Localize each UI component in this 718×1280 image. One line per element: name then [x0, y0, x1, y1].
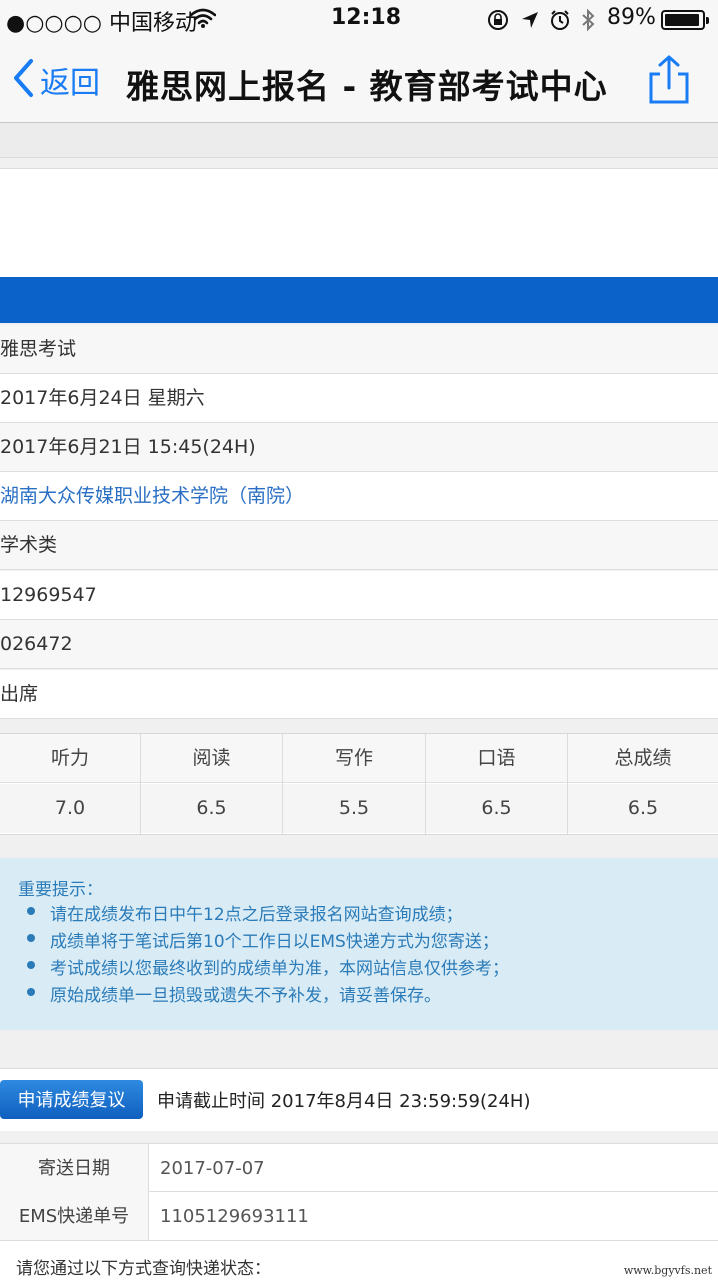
score-header-writing: 写作: [283, 734, 425, 783]
location-icon: [520, 10, 540, 34]
score-writing: 5.5: [283, 784, 425, 833]
column-divider: [140, 734, 141, 834]
watermark: www.bgyvfs.net: [623, 1264, 712, 1277]
score-header-reading: 阅读: [141, 734, 282, 783]
notice-item: 考试成绩以您最终收到的成绩单为准，本网站信息仅供参考；: [50, 959, 509, 979]
alarm-icon: [549, 9, 571, 35]
score-listening: 7.0: [0, 784, 140, 833]
bullet-icon: [27, 988, 35, 996]
ship-date-value: 2017-07-07: [160, 1158, 265, 1179]
score-reading: 6.5: [141, 784, 282, 833]
section-spacer: [0, 1131, 718, 1143]
ship-date-row: 寄送日期 2017-07-07: [0, 1143, 718, 1192]
back-button[interactable]: 返回: [12, 58, 100, 102]
bullet-icon: [27, 961, 35, 969]
chevron-left-icon: [12, 58, 34, 102]
clock: 12:18: [331, 5, 402, 30]
ems-number-value: 1105129693111: [160, 1206, 309, 1227]
ems-number-label: EMS快递单号: [0, 1192, 149, 1240]
registration-number: 12969547: [0, 571, 718, 620]
score-overall: 6.5: [568, 784, 718, 833]
share-button[interactable]: [646, 54, 692, 110]
notice-item: 原始成绩单一旦损毁或遗失不予补发，请妥善保存。: [50, 986, 441, 1006]
header-divider: [0, 123, 718, 158]
exam-type: 学术类: [0, 521, 718, 570]
apply-score-review-button[interactable]: 申请成绩复议: [0, 1080, 143, 1119]
score-header-listening: 听力: [0, 734, 140, 783]
bullet-icon: [27, 934, 35, 942]
notice-item: 成绩单将于笔试后第10个工作日以EMS快递方式为您寄送；: [50, 932, 499, 952]
notice-item: 请在成绩发布日中午12点之后登录报名网站查询成绩；: [50, 905, 463, 925]
check-in-time: 2017年6月21日 15:45(24H): [0, 423, 718, 472]
ship-date-label: 寄送日期: [0, 1144, 149, 1192]
column-divider: [425, 734, 426, 834]
candidate-number: 026472: [0, 620, 718, 669]
exam-date: 2017年6月24日 星期六: [0, 374, 718, 423]
battery-icon: [661, 10, 709, 30]
page-title: 雅思网上报名 - 教育部考试中心: [126, 67, 608, 106]
section-spacer: [0, 1030, 718, 1068]
score-speaking: 6.5: [426, 784, 567, 833]
review-deadline: 申请截止时间 2017年8月4日 23:59:59(24H): [157, 1091, 531, 1112]
score-header-overall: 总成绩: [568, 734, 718, 783]
section-header-bar: [0, 277, 718, 323]
notice-title: 重要提示：: [18, 880, 103, 900]
tracking-hint: 请您通过以下方式查询快递状态：: [16, 1259, 271, 1279]
column-divider: [282, 734, 283, 834]
wifi-icon: [189, 8, 217, 32]
attendance-status: 出席: [0, 670, 718, 719]
blank-row: [0, 168, 718, 234]
carrier-label: ●○○○○ 中国移动: [6, 11, 197, 36]
score-header-speaking: 口语: [426, 734, 567, 783]
navigation-bar: 返回 雅思网上报名 - 教育部考试中心: [0, 40, 718, 123]
blank-row: [0, 233, 718, 277]
share-icon: [646, 55, 692, 110]
test-center-link[interactable]: 湖南大众传媒职业技术学院（南院）: [0, 472, 718, 521]
ems-number-row: EMS快递单号 1105129693111: [0, 1192, 718, 1241]
scores-table: 听力 阅读 写作 口语 总成绩 7.0 6.5 5.5 6.5 6.5: [0, 733, 718, 835]
exam-name: 雅思考试: [0, 325, 718, 374]
column-divider: [567, 734, 568, 834]
status-bar: ●○○○○ 中国移动 12:18 89%: [0, 0, 718, 40]
bullet-icon: [27, 907, 35, 915]
orientation-lock-icon: [487, 9, 509, 35]
battery-percent: 89%: [607, 5, 656, 30]
back-label: 返回: [40, 66, 100, 101]
bluetooth-icon: [580, 8, 596, 36]
